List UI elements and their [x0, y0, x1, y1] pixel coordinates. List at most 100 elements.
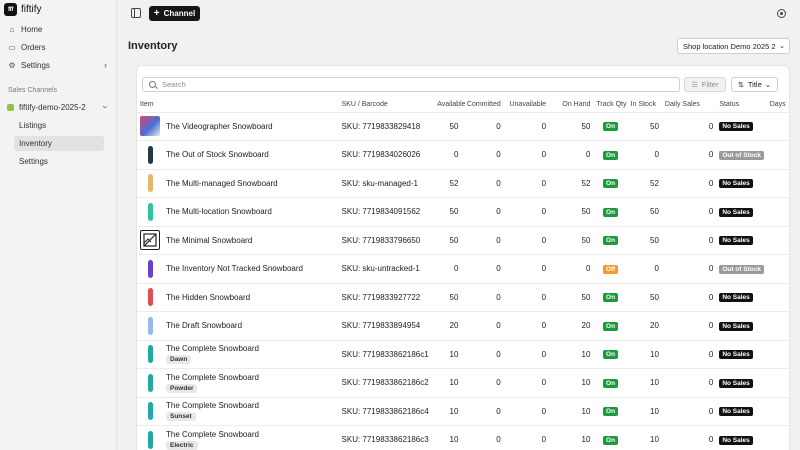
in-stock-cell: 52 — [627, 169, 662, 198]
on-hand-cell: 50 — [549, 226, 594, 255]
item-name[interactable]: The Complete Snowboard — [166, 430, 259, 439]
table-row[interactable]: The Inventory Not Tracked Snowboard SKU: … — [137, 254, 789, 284]
track-qty-badge[interactable]: On — [603, 435, 619, 445]
item-name[interactable]: The Hidden Snowboard — [166, 293, 250, 302]
app-name: fiftify — [21, 4, 42, 15]
in-stock-cell: 10 — [627, 425, 662, 450]
sku-cell: SKU: 7719833862186c1 — [338, 340, 435, 369]
col-header-unavailable[interactable]: Unavailable — [503, 98, 550, 113]
item-name[interactable]: The Draft Snowboard — [166, 321, 242, 330]
table-row[interactable]: The Complete Snowboard Powder SKU: 7719833… — [137, 368, 789, 398]
status-badge: No Sales — [719, 350, 753, 360]
user-icon[interactable] — [777, 9, 786, 18]
nav-settings[interactable]: ⚙ Settings › — [5, 58, 109, 73]
table-row[interactable]: The Out of Stock Snowboard SKU: 771983402… — [137, 140, 789, 170]
table-row[interactable]: The Hidden Snowboard SKU: 7719833927722 50… — [137, 283, 789, 312]
channel-item[interactable]: fiftify-demo-2025-2 › — [5, 100, 111, 115]
col-header-days[interactable]: Days — [766, 98, 789, 113]
sidebar: fff fiftify ⌂ Home ▭ Orders ⚙ Settings ›… — [0, 0, 117, 450]
status-badge: No Sales — [719, 293, 753, 303]
location-select-value: Shop location Demo 2025 2 — [683, 41, 776, 51]
table-row[interactable]: The Minimal Snowboard SKU: 7719833796650 5… — [137, 226, 789, 255]
sidebar-item-listings[interactable]: Listings — [14, 118, 104, 133]
nav-orders[interactable]: ▭ Orders — [5, 40, 109, 55]
col-header-item[interactable]: Item — [137, 98, 339, 113]
item-name[interactable]: The Minimal Snowboard — [166, 236, 252, 245]
unavailable-cell: 0 — [503, 397, 550, 426]
nav-orders-label: Orders — [21, 43, 46, 52]
committed-cell: 0 — [461, 226, 504, 255]
col-header-committed[interactable]: Committed — [461, 98, 504, 113]
col-header-on-hand[interactable]: On Hand — [549, 98, 594, 113]
sku-cell: SKU: 7719833862186c3 — [338, 425, 435, 450]
track-qty-badge[interactable]: On — [603, 122, 619, 132]
item-name[interactable]: The Videographer Snowboard — [166, 122, 273, 131]
committed-cell: 0 — [461, 340, 504, 369]
in-stock-cell: 0 — [627, 140, 662, 170]
nav-home[interactable]: ⌂ Home — [5, 22, 109, 37]
location-select[interactable]: Shop location Demo 2025 2 ⌄ — [677, 38, 790, 54]
track-qty-badge[interactable]: On — [603, 378, 619, 388]
table-row[interactable]: The Videographer Snowboard SKU: 771983382… — [137, 112, 789, 141]
col-header-status[interactable]: Status — [716, 98, 767, 113]
variant-badge: Dawn — [166, 355, 192, 365]
table-row[interactable]: The Complete Snowboard Sunset SKU: 7719833… — [137, 397, 789, 426]
table-row[interactable]: The Complete Snowboard Electric SKU: 77198… — [137, 425, 789, 450]
unavailable-cell: 0 — [503, 112, 550, 141]
table-row[interactable]: The Draft Snowboard SKU: 7719833894954 20 0… — [137, 311, 789, 341]
table-row[interactable]: The Complete Snowboard Dawn SKU: 771983386… — [137, 340, 789, 369]
committed-cell: 0 — [461, 425, 504, 450]
plus-icon: + — [153, 8, 160, 19]
filter-icon: ☰ — [691, 81, 698, 89]
table-body: The Videographer Snowboard SKU: 771983382… — [137, 112, 789, 450]
col-header-available[interactable]: Available — [434, 98, 466, 113]
item-name[interactable]: The Out of Stock Snowboard — [166, 150, 269, 159]
chevron-down-icon: › — [100, 105, 111, 109]
table-row[interactable]: The Multi-managed Snowboard SKU: sku-mana… — [137, 169, 789, 198]
sidebar-item-inventory[interactable]: Inventory — [14, 136, 104, 151]
sort-button[interactable]: ⇅ Title ⌄ — [731, 77, 778, 92]
product-thumbnail — [140, 373, 160, 393]
track-qty-badge[interactable]: On — [603, 321, 619, 331]
col-header-daily-sales[interactable]: Daily Sales — [661, 98, 717, 113]
sku-cell: SKU: 7719833862186c2 — [338, 368, 435, 398]
on-hand-cell: 10 — [549, 397, 594, 426]
app-logo[interactable]: fff fiftify — [4, 3, 42, 16]
col-header-sku[interactable]: SKU / Barcode — [338, 98, 435, 113]
product-thumbnail — [140, 259, 160, 279]
item-name[interactable]: The Multi-location Snowboard — [166, 207, 272, 216]
track-qty-badge[interactable]: On — [603, 150, 619, 160]
search-input[interactable]: Search — [142, 77, 680, 92]
track-qty-badge[interactable]: Off — [602, 264, 619, 274]
in-stock-cell: 10 — [627, 340, 662, 369]
sidebar-item-settings[interactable]: Settings — [14, 154, 104, 169]
add-channel-button[interactable]: + Channel — [149, 6, 200, 21]
inventory-card: Search ☰ Filter ⇅ Title ⌄ Item SKU / Bar… — [136, 65, 790, 450]
days-cell — [766, 283, 789, 312]
in-stock-cell: 50 — [627, 197, 662, 227]
filter-label: Filter — [701, 80, 719, 89]
track-qty-badge[interactable]: On — [603, 207, 619, 217]
table-row[interactable]: The Multi-location Snowboard SKU: 7719834… — [137, 197, 789, 227]
item-name[interactable]: The Complete Snowboard — [166, 373, 259, 382]
available-cell: 10 — [434, 368, 462, 398]
item-name[interactable]: The Multi-managed Snowboard — [166, 179, 278, 188]
filter-button[interactable]: ☰ Filter — [684, 77, 726, 92]
item-name[interactable]: The Inventory Not Tracked Snowboard — [166, 264, 303, 273]
days-cell — [766, 368, 789, 398]
track-qty-badge[interactable]: On — [603, 179, 619, 189]
col-header-track-qty[interactable]: Track Qty — [593, 98, 628, 113]
available-cell: 10 — [434, 425, 462, 450]
product-thumbnail — [140, 173, 160, 193]
track-qty-badge[interactable]: On — [603, 293, 619, 303]
track-qty-badge[interactable]: On — [603, 407, 619, 417]
item-name[interactable]: The Complete Snowboard — [166, 401, 259, 410]
item-name[interactable]: The Complete Snowboard — [166, 344, 259, 353]
daily-sales-cell: 0 — [661, 197, 717, 227]
sidebar-toggle-icon[interactable] — [131, 8, 141, 18]
track-qty-badge[interactable]: On — [603, 350, 619, 360]
track-qty-badge[interactable]: On — [603, 236, 619, 246]
gear-icon: ⚙ — [8, 61, 16, 70]
col-header-in-stock[interactable]: In Stock — [627, 98, 662, 113]
committed-cell: 0 — [461, 254, 504, 284]
